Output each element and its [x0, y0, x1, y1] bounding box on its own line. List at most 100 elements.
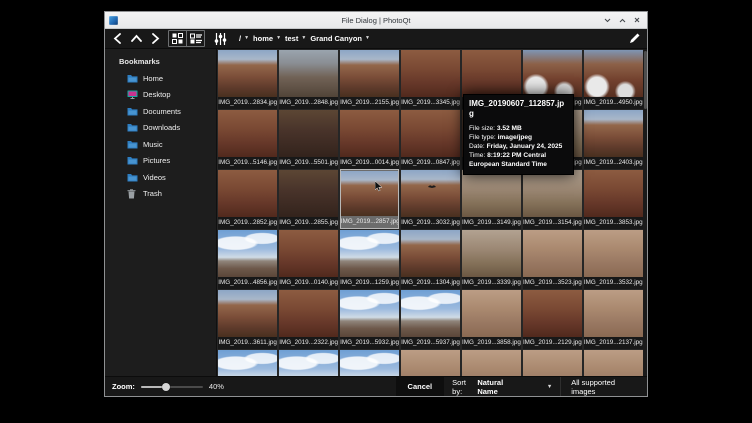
sidebar-item-videos[interactable]: Videos [105, 169, 216, 186]
sidebar-item-music[interactable]: Music [105, 136, 216, 153]
sidebar-item-downloads[interactable]: Downloads [105, 120, 216, 137]
thumbnail-cell[interactable] [584, 349, 643, 376]
thumbnail-image [584, 170, 643, 217]
sidebar-item-home[interactable]: Home [105, 70, 216, 87]
grid-view-button[interactable] [169, 31, 187, 46]
chevron-down-icon[interactable]: ▼ [276, 36, 281, 41]
thumbnail-cell[interactable] [462, 349, 521, 376]
thumbnail-cell[interactable]: IMG_2019...2322.jpg [279, 289, 338, 349]
thumbnail-cell[interactable]: IMG_2019...3532.jpg [584, 229, 643, 289]
thumbnail-filename: IMG_2019...2137.jpg [584, 337, 643, 349]
thumbnail-cell[interactable]: IMG_2019...5932.jpg [340, 289, 399, 349]
thumbnail-image [401, 290, 460, 337]
music-folder-icon [127, 139, 138, 149]
thumbnail-cell[interactable]: IMG_2019...2848.jpg [279, 49, 338, 109]
window-title: File Dialog | PhotoQt [105, 16, 647, 25]
sort-dropdown[interactable]: Sort by: Natural Name ▼ [444, 377, 560, 396]
trash-icon [127, 189, 138, 199]
thumbnail-filename: IMG_2019...3345.jpg [401, 97, 460, 109]
breadcrumb-segment-home[interactable]: home▼ [253, 34, 281, 43]
thumbnail-filename: IMG_2019...0847.jpg [401, 157, 460, 169]
scrollbar[interactable] [643, 49, 647, 376]
thumbnail-filename: IMG_2019...3149.jpg [462, 217, 521, 229]
thumbnail-image [218, 290, 277, 337]
sidebar-item-pictures[interactable]: Pictures [105, 153, 216, 170]
filter-settings-button[interactable] [214, 31, 227, 46]
thumbnail-cell[interactable]: IMG_2019...2137.jpg [584, 289, 643, 349]
up-button[interactable] [130, 31, 143, 46]
sidebar-item-documents[interactable]: Documents [105, 103, 216, 120]
thumbnail-image [401, 110, 460, 157]
thumbnail-cell[interactable] [401, 349, 460, 376]
edit-path-button[interactable] [628, 31, 641, 46]
sidebar-item-trash[interactable]: Trash [105, 186, 216, 203]
thumbnail-cell[interactable] [218, 349, 277, 376]
thumbnail-image [218, 170, 277, 217]
cancel-button[interactable]: Cancel [396, 377, 445, 396]
thumbnail-cell[interactable]: IMG_2019...0140.jpg [279, 229, 338, 289]
thumbnail-cell[interactable]: IMG_2019...5937.jpg [401, 289, 460, 349]
file-filter-button[interactable]: All supported images [561, 377, 647, 396]
thumbnail-cell[interactable]: IMG_2019...0014.jpg [340, 109, 399, 169]
thumbnail-filename: IMG_2019...2403.jpg [584, 157, 643, 169]
thumbnail-cell[interactable]: IMG_2019...2155.jpg [340, 49, 399, 109]
thumbnail-cell[interactable]: IMG_2019...3611.jpg [218, 289, 277, 349]
tooltip-detail-row: File type: image/jpeg [469, 134, 568, 143]
thumbnail-cell[interactable]: IMG_2019...3345.jpg [401, 49, 460, 109]
breadcrumb-segment-[interactable]: /▼ [239, 34, 249, 43]
sort-value: Natural Name [477, 378, 517, 396]
thumbnail-image [340, 110, 399, 157]
thumbnail-filename: IMG_2019...0140.jpg [279, 277, 338, 289]
zoom-slider[interactable] [141, 386, 203, 388]
tooltip-detail-label: Time: [469, 152, 487, 159]
thumbnail-cell[interactable] [523, 349, 582, 376]
thumbnail-filename: IMG_2019...5937.jpg [401, 337, 460, 349]
breadcrumb-segment-grand-canyon[interactable]: Grand Canyon▼ [310, 34, 370, 43]
chevron-down-icon[interactable]: ▼ [244, 36, 249, 41]
thumbnail-cell[interactable]: IMG_2019...2129.jpg [523, 289, 582, 349]
tooltip-detail-row: File size: 3.52 MB [469, 125, 568, 134]
thumbnail-cell[interactable]: IMG_2019...0847.jpg [401, 109, 460, 169]
forward-button[interactable] [149, 31, 162, 46]
thumbnail-cell[interactable]: IMG_2019...2834.jpg [218, 49, 277, 109]
thumbnail-cell[interactable] [340, 349, 399, 376]
thumbnail-cell[interactable]: IMG_2019...3853.jpg [584, 169, 643, 229]
thumbnail-filename: IMG_2019...4856.jpg [218, 277, 277, 289]
thumbnail-cell[interactable]: IMG_2019...1304.jpg [401, 229, 460, 289]
chevron-down-icon[interactable]: ▼ [365, 36, 370, 41]
pictures-folder-icon [127, 156, 138, 166]
back-button[interactable] [111, 31, 124, 46]
tooltip-detail-value: image/jpeg [498, 134, 532, 141]
thumbnail-filename: IMG_2019...0014.jpg [340, 157, 399, 169]
list-view-button[interactable] [187, 31, 204, 46]
thumbnail-cell[interactable]: IMG_2019...5501.jpg [279, 109, 338, 169]
breadcrumb-segment-test[interactable]: test▼ [285, 34, 306, 43]
thumbnail-cell[interactable]: IMG_2019...3858.jpg [462, 289, 521, 349]
thumbnail-cell[interactable]: IMG_2019...4856.jpg [218, 229, 277, 289]
thumbnail-image [462, 50, 521, 97]
tooltip-detail-value: 3.52 MB [497, 125, 522, 132]
desktop-icon [127, 90, 138, 100]
sidebar-item-label: Downloads [143, 123, 180, 132]
thumbnail-cell[interactable]: IMG_2019...2403.jpg [584, 109, 643, 169]
thumbnail-filename: IMG_2019...5932.jpg [340, 337, 399, 349]
thumbnail-cell[interactable]: IMG_2019...2855.jpg [279, 169, 338, 229]
zoom-slider-handle[interactable] [162, 383, 170, 391]
thumbnail-cell[interactable]: IMG_2019...3339.jpg [462, 229, 521, 289]
chevron-down-icon[interactable]: ▼ [301, 36, 306, 41]
titlebar: File Dialog | PhotoQt [105, 12, 647, 29]
thumbnail-cell[interactable]: IMG_2019...2857.jpg [340, 169, 399, 229]
thumbnail-image [462, 350, 521, 376]
thumbnail-filename: IMG_2019...1259.jpg [340, 277, 399, 289]
thumbnail-cell[interactable] [279, 349, 338, 376]
thumbnail-cell[interactable]: IMG_2019...3154.jpg [523, 169, 582, 229]
zoom-label: Zoom: [112, 382, 135, 391]
thumbnail-cell[interactable]: IMG_2019...3523.jpg [523, 229, 582, 289]
scrollbar-thumb[interactable] [644, 51, 647, 109]
thumbnail-cell[interactable]: IMG_2019...1259.jpg [340, 229, 399, 289]
sidebar-item-desktop[interactable]: Desktop [105, 87, 216, 104]
thumbnail-cell[interactable]: IMG_2019...3149.jpg [462, 169, 521, 229]
thumbnail-cell[interactable]: IMG_2019...4950.jpg [584, 49, 643, 109]
thumbnail-cell[interactable]: IMG_2019...2852.jpg [218, 169, 277, 229]
thumbnail-cell[interactable]: IMG_2019...5146.jpg [218, 109, 277, 169]
